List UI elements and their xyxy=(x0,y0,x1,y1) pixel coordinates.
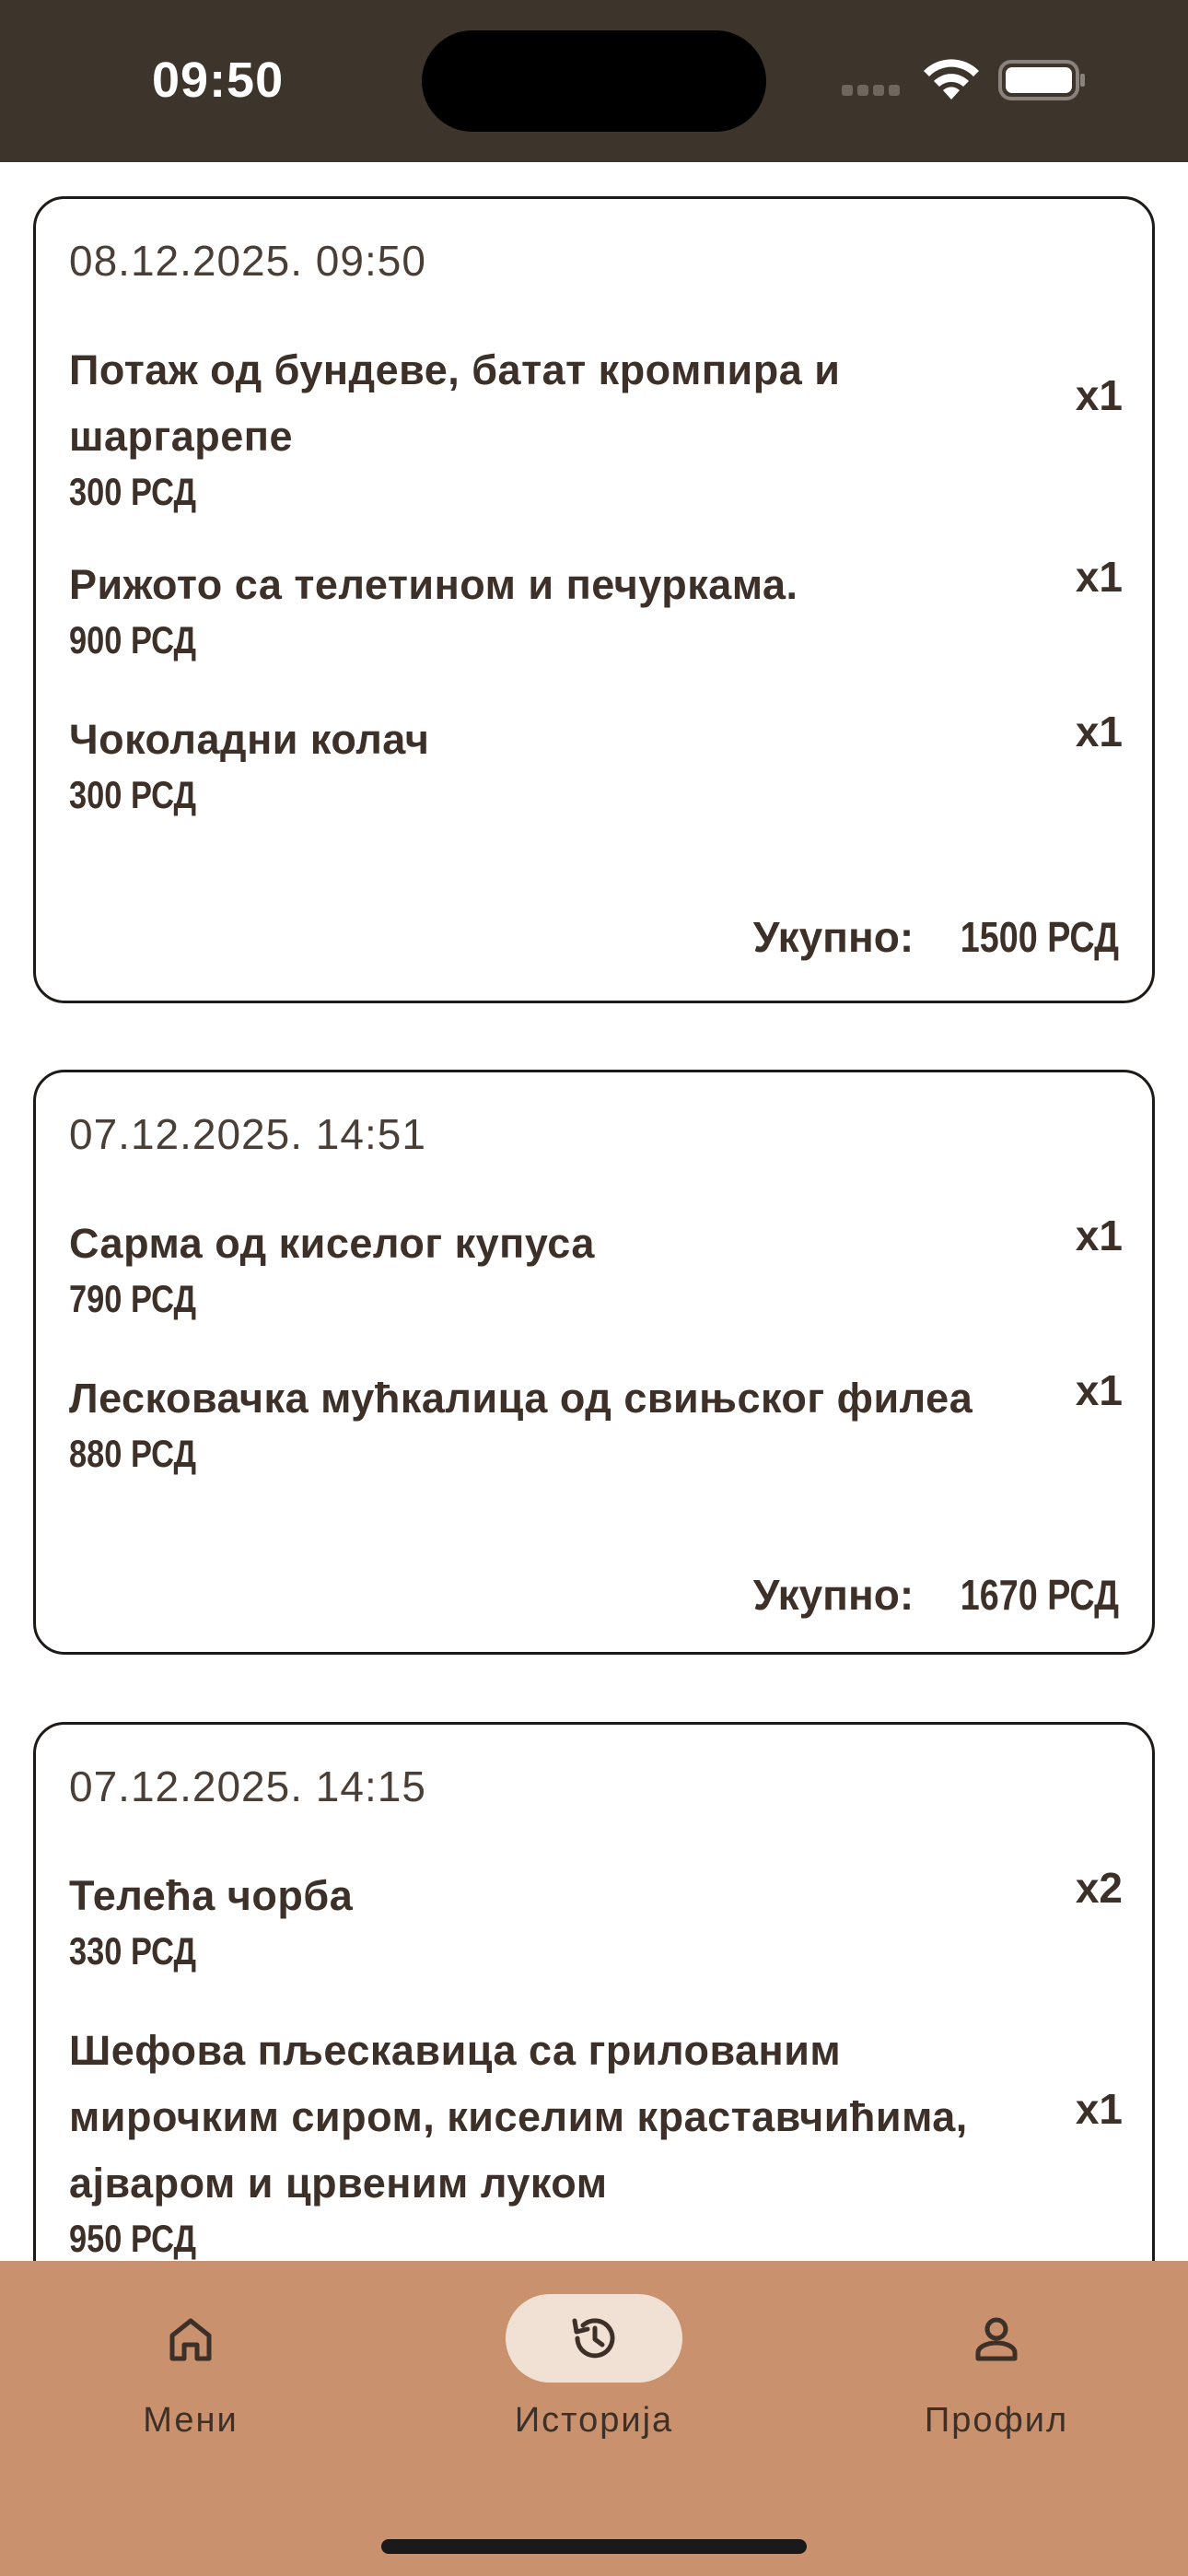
item-name: Рижото са телетином и печуркама. xyxy=(69,561,798,608)
order-item: Рижото са телетином и печуркама. 900 РСД… xyxy=(69,552,1123,662)
total-label: Укупно: xyxy=(752,913,914,961)
person-icon xyxy=(975,2317,1018,2361)
bottom-navigation: Мени Историја Профил xyxy=(0,2261,1188,2576)
order-item: Телећа чорба 330 РСД x2 xyxy=(69,1863,1123,1973)
item-price: 900 РСД xyxy=(69,618,197,662)
order-card[interactable]: 07.12.2025. 14:15 Телећа чорба 330 РСД x… xyxy=(33,1722,1155,2261)
item-name: Шефова пљескавица са грилованим мирочким… xyxy=(69,2027,968,2207)
item-quantity: x1 xyxy=(1075,708,1123,755)
order-item: Чоколадни колач 300 РСД x1 xyxy=(69,707,1123,817)
nav-item-menu[interactable]: Мени xyxy=(52,2294,329,2451)
item-price: 880 РСД xyxy=(69,1432,197,1475)
item-name: Сарма од киселог купуса xyxy=(69,1220,595,1267)
wifi-icon xyxy=(924,59,979,100)
item-quantity: x2 xyxy=(1075,1864,1123,1912)
order-total: Укупно: 1670 РСД xyxy=(753,1570,1119,1620)
item-quantity: x1 xyxy=(1075,2085,1123,2133)
cellular-signal-icon xyxy=(842,85,904,96)
item-name: Чоколадни колач xyxy=(69,716,430,763)
order-card[interactable]: 08.12.2025. 09:50 Потаж од бундеве, бата… xyxy=(33,196,1155,1003)
status-bar: 09:50 xyxy=(0,0,1188,162)
item-name: Телећа чорба xyxy=(69,1872,354,1919)
order-date: 07.12.2025. 14:51 xyxy=(69,1110,426,1158)
order-total: Укупно: 1500 РСД xyxy=(753,912,1119,962)
order-card[interactable]: 07.12.2025. 14:51 Сарма од киселог купус… xyxy=(33,1070,1155,1655)
item-price: 300 РСД xyxy=(69,773,197,816)
item-quantity: x1 xyxy=(1075,1366,1123,1414)
item-name: Потаж од бундеве, батат кромпира и шарга… xyxy=(69,346,841,460)
home-indicator[interactable] xyxy=(381,2539,807,2554)
total-value: 1500 РСД xyxy=(960,913,1119,961)
nav-label: Мени xyxy=(143,2401,239,2440)
item-quantity: x1 xyxy=(1075,553,1123,601)
home-icon xyxy=(169,2318,212,2361)
order-item: Шефова пљескавица са грилованим мирочким… xyxy=(69,2018,1123,2261)
nav-label: Профил xyxy=(924,2401,1069,2440)
nav-item-history[interactable]: Историја xyxy=(456,2294,732,2451)
item-quantity: x1 xyxy=(1075,371,1123,419)
total-value: 1670 РСД xyxy=(960,1571,1119,1619)
total-label: Укупно: xyxy=(752,1571,914,1619)
order-item: Сарма од киселог купуса 790 РСД x1 xyxy=(69,1211,1123,1321)
order-item: Лесковачка мућкалица од свињског филеа 8… xyxy=(69,1365,1123,1476)
nav-item-profile[interactable]: Профил xyxy=(858,2294,1135,2451)
item-quantity: x1 xyxy=(1075,1212,1123,1259)
status-time: 09:50 xyxy=(152,53,285,108)
item-name: Лесковачка мућкалица од свињског филеа xyxy=(69,1375,973,1422)
history-icon xyxy=(572,2318,615,2359)
nav-label: Историја xyxy=(514,2401,674,2440)
order-date: 07.12.2025. 14:15 xyxy=(69,1762,426,1810)
order-date: 08.12.2025. 09:50 xyxy=(69,237,426,285)
item-price: 300 РСД xyxy=(69,470,197,513)
order-history-list[interactable]: 08.12.2025. 09:50 Потаж од бундеве, бата… xyxy=(0,162,1188,2261)
order-item: Потаж од бундеве, батат кромпира и шарга… xyxy=(69,337,1123,514)
item-price: 330 РСД xyxy=(69,1929,197,1973)
battery-icon xyxy=(998,60,1085,100)
dynamic-island xyxy=(422,30,766,132)
item-price: 950 РСД xyxy=(69,2217,197,2260)
item-price: 790 РСД xyxy=(69,1277,197,1320)
